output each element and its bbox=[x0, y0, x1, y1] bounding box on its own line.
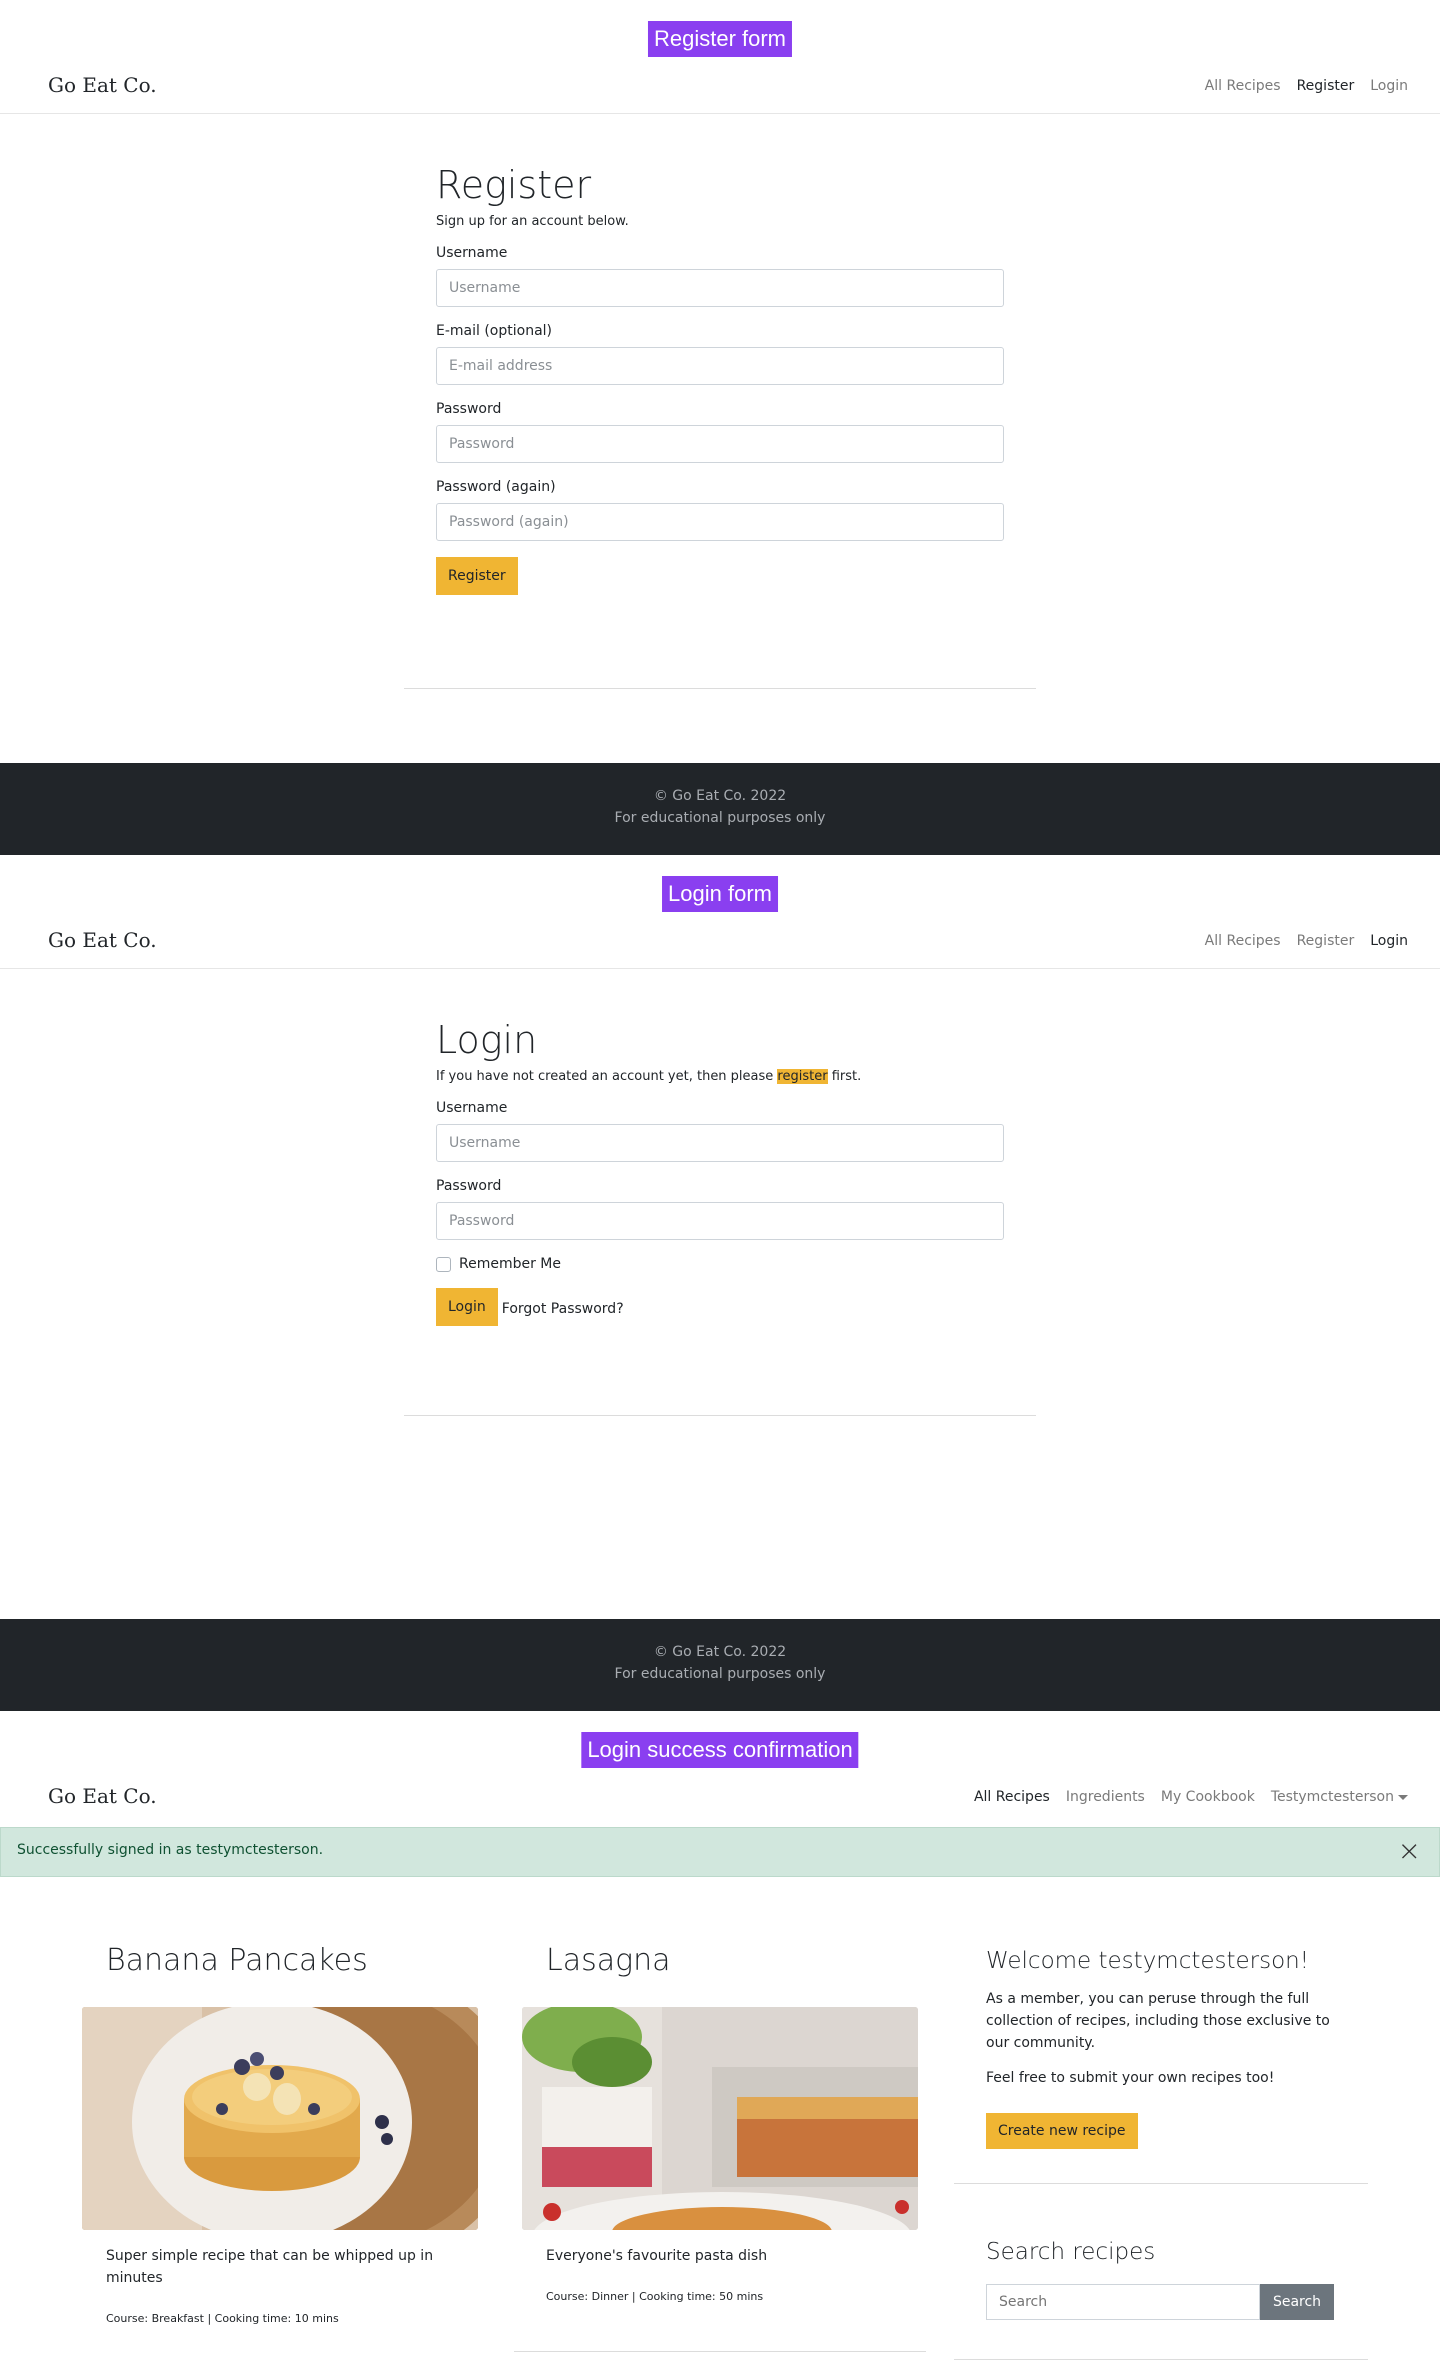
divider bbox=[954, 2359, 1368, 2360]
brand-logo[interactable]: Go Eat Co. bbox=[48, 928, 157, 952]
login-actions: Login Forgot Password? bbox=[436, 1288, 1004, 1326]
remember-checkbox[interactable] bbox=[436, 1256, 451, 1272]
register-button[interactable]: Register bbox=[436, 557, 518, 595]
recipe-description: Everyone's favourite pasta dish bbox=[546, 2248, 768, 2264]
forgot-password-link[interactable]: Forgot Password? bbox=[502, 1297, 624, 1317]
login-button[interactable]: Login bbox=[436, 1288, 498, 1326]
welcome-text: As a member, you can peruse through the … bbox=[986, 1991, 1330, 2051]
username-input[interactable] bbox=[436, 269, 1004, 307]
password-input[interactable] bbox=[436, 1202, 1004, 1240]
search-title: Search recipes bbox=[986, 2239, 1156, 2265]
create-recipe-button[interactable]: Create new recipe bbox=[986, 2113, 1138, 2149]
password-label: Password bbox=[436, 1178, 502, 1194]
alert-message: Successfully signed in as testymctesters… bbox=[17, 1842, 324, 1858]
footer: © Go Eat Co. 2022 For educational purpos… bbox=[0, 763, 1440, 855]
password-again-input[interactable] bbox=[436, 503, 1004, 541]
section-tag: Register form bbox=[647, 21, 793, 57]
nav-my-cookbook[interactable]: My Cookbook bbox=[1161, 1789, 1255, 1805]
nav-register[interactable]: Register bbox=[1297, 78, 1355, 94]
register-form: Register Sign up for an account below. U… bbox=[436, 162, 1004, 595]
caret-down-icon bbox=[1398, 1794, 1408, 1800]
nav-links: All Recipes Register Login bbox=[1205, 933, 1408, 949]
recipe-image-pancakes[interactable] bbox=[82, 2007, 478, 2230]
welcome-text-2: Feel free to submit your own recipes too… bbox=[986, 2070, 1275, 2086]
login-section: Login form Go Eat Co. All Recipes Regist… bbox=[0, 855, 1440, 1711]
footer: © Go Eat Co. 2022 For educational purpos… bbox=[0, 1619, 1440, 1711]
recipe-description: Super simple recipe that can be whipped … bbox=[106, 2248, 434, 2286]
success-alert: Successfully signed in as testymctesters… bbox=[0, 1827, 1440, 1877]
footer-copyright: © Go Eat Co. 2022 bbox=[653, 788, 787, 804]
recipe-title[interactable]: Banana Pancakes bbox=[106, 1943, 368, 1978]
search-input[interactable] bbox=[986, 2284, 1260, 2320]
nav-all-recipes[interactable]: All Recipes bbox=[974, 1789, 1050, 1805]
page-lead: If you have not created an account yet, … bbox=[436, 1069, 1004, 1084]
username-input[interactable] bbox=[436, 1124, 1004, 1162]
nav-register[interactable]: Register bbox=[1297, 933, 1355, 949]
success-section: Login success confirmation Go Eat Co. Al… bbox=[0, 1711, 1440, 2362]
footer-copyright: © Go Eat Co. 2022 bbox=[653, 1644, 787, 1660]
password-input[interactable] bbox=[436, 425, 1004, 463]
section-tag: Login success confirmation bbox=[581, 1732, 859, 1768]
divider bbox=[954, 2183, 1368, 2184]
footer-note: For educational purposes only bbox=[614, 1666, 826, 1682]
register-section: Register form Go Eat Co. All Recipes Reg… bbox=[0, 0, 1440, 855]
username-label: Username bbox=[436, 1100, 508, 1116]
divider bbox=[404, 688, 1036, 689]
lead-text: If you have not created an account yet, … bbox=[436, 1069, 778, 1084]
brand-logo[interactable]: Go Eat Co. bbox=[48, 1784, 157, 1808]
nav-all-recipes[interactable]: All Recipes bbox=[1205, 78, 1281, 94]
footer-note: For educational purposes only bbox=[614, 810, 826, 826]
close-icon[interactable]: × bbox=[1398, 1836, 1421, 1866]
recipe-image-lasagna[interactable] bbox=[522, 2007, 918, 2230]
lead-text-end: first. bbox=[827, 1069, 862, 1084]
nav-user-dropdown[interactable]: Testymctesterson bbox=[1271, 1789, 1408, 1805]
brand-logo[interactable]: Go Eat Co. bbox=[48, 73, 157, 97]
nav-links: All Recipes Register Login bbox=[1205, 78, 1408, 94]
username-label: Username bbox=[436, 245, 508, 261]
recipe-title[interactable]: Lasagna bbox=[546, 1943, 671, 1978]
email-label: E-mail (optional) bbox=[436, 323, 553, 339]
section-tag: Login form bbox=[662, 876, 778, 912]
nav-all-recipes[interactable]: All Recipes bbox=[1205, 933, 1281, 949]
search-button[interactable]: Search bbox=[1260, 2284, 1334, 2320]
nav-login[interactable]: Login bbox=[1370, 933, 1408, 949]
navbar: Go Eat Co. All Recipes Register Login bbox=[0, 913, 1440, 969]
pancakes-photo bbox=[82, 2007, 478, 2230]
navbar: Go Eat Co. All Recipes Register Login bbox=[0, 58, 1440, 114]
remember-row: Remember Me bbox=[436, 1256, 1004, 1272]
page-title: Login bbox=[436, 1018, 538, 1062]
password-again-label: Password (again) bbox=[436, 479, 556, 495]
recipe-meta: Course: Breakfast | Cooking time: 10 min… bbox=[106, 2312, 339, 2325]
nav-ingredients[interactable]: Ingredients bbox=[1066, 1789, 1145, 1805]
welcome-title: Welcome testymctesterson! bbox=[986, 1948, 1309, 1974]
divider bbox=[404, 1415, 1036, 1416]
nav-links: All Recipes Ingredients My Cookbook Test… bbox=[974, 1789, 1408, 1805]
nav-login[interactable]: Login bbox=[1370, 78, 1408, 94]
login-form: Login If you have not created an account… bbox=[436, 1017, 1004, 1326]
lasagna-photo bbox=[522, 2007, 918, 2230]
page-lead: Sign up for an account below. bbox=[436, 214, 629, 229]
remember-label: Remember Me bbox=[459, 1256, 561, 1272]
divider bbox=[514, 2351, 926, 2352]
register-link[interactable]: register bbox=[777, 1069, 828, 1084]
user-name: Testymctesterson bbox=[1270, 1789, 1394, 1805]
password-label: Password bbox=[436, 401, 502, 417]
navbar: Go Eat Co. All Recipes Ingredients My Co… bbox=[0, 1769, 1440, 1825]
page-title: Register bbox=[436, 163, 592, 207]
email-input[interactable] bbox=[436, 347, 1004, 385]
recipe-meta: Course: Dinner | Cooking time: 50 mins bbox=[546, 2290, 764, 2303]
search-group: Search bbox=[986, 2284, 1334, 2320]
